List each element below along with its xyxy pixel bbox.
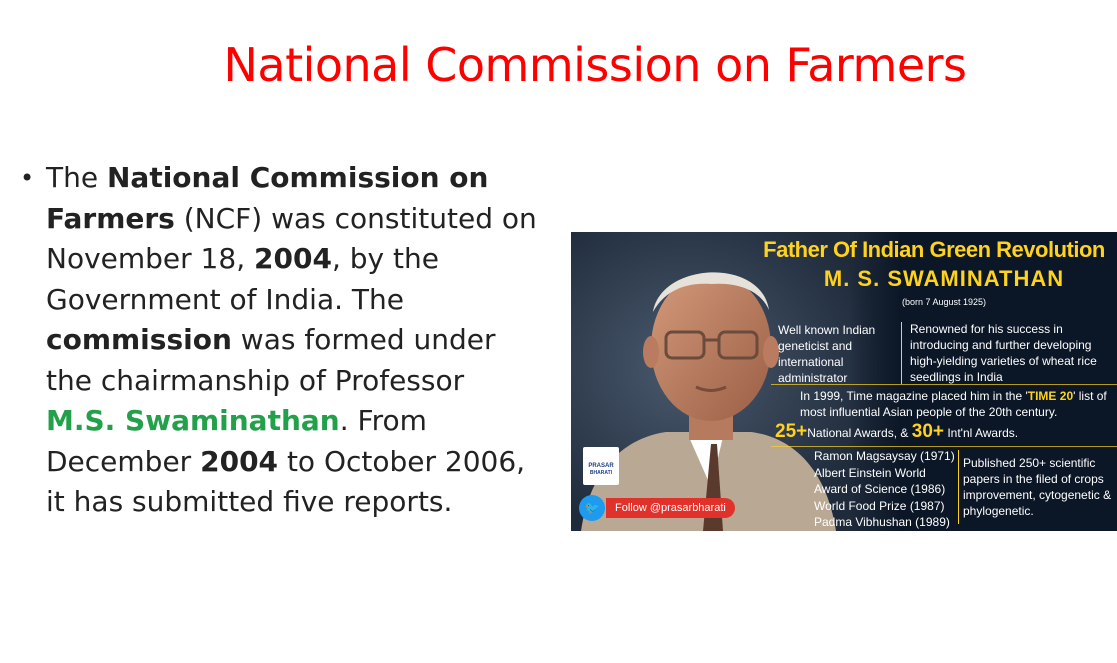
prize-item: Padma Vibhushan (1989): [814, 515, 950, 529]
follow-handle: Follow @prasarbharati: [606, 498, 735, 518]
prasar-bharati-logo: PRASAR BHARATI: [583, 447, 619, 485]
year-bold: 2004: [254, 242, 332, 275]
poster-achievement: Renowned for his success in introducing …: [910, 322, 1097, 384]
poster-divider: [771, 384, 1117, 385]
text-run: Int'nl Awards.: [943, 426, 1019, 440]
slide: National Commission on Farmers • The Nat…: [0, 0, 1117, 663]
poster-divider: [771, 446, 1117, 447]
year-bold: 2004: [200, 444, 279, 478]
prize-item: World Food Prize (1987): [814, 498, 945, 513]
chairman-name: M.S. Swaminathan: [46, 404, 340, 437]
poster-publications: Published 250+ scientific papers in the …: [963, 456, 1112, 518]
awards-count: 30+: [911, 421, 944, 442]
poster-divider: [901, 322, 902, 384]
poster-awards: 25+National Awards, & 30+ Int'nl Awards.: [775, 421, 1117, 443]
text-run: The: [46, 161, 107, 194]
poster-description: Well known Indian geneticist and interna…: [778, 323, 876, 385]
slide-title: National Commission on Farmers: [223, 38, 967, 92]
poster-divider: [958, 450, 959, 524]
awards-count: 25+: [775, 421, 808, 442]
poster-prizes: Ramon Magsaysay (1971) Albert Einstein W…: [814, 448, 956, 531]
twitter-bird-icon: 🐦: [579, 495, 605, 521]
poster-name: M. S. SWAMINATHAN: [823, 266, 1065, 291]
bullet-text: The National Commission on Farmers (NCF)…: [46, 158, 540, 523]
prize-item: Ramon Magsaysay (1971): [814, 449, 955, 463]
poster-time-note: In 1999, Time magazine placed him in the…: [800, 388, 1116, 420]
text-run: In 1999, Time magazine placed him in the…: [800, 389, 1028, 403]
time-highlight: TIME 20: [1027, 389, 1074, 403]
text-run: National Awards, &: [807, 426, 912, 440]
logo-text: PRASAR: [588, 463, 614, 469]
poster-born: (born 7 August 1925): [901, 297, 987, 307]
logo-text: BHARATI: [589, 470, 613, 476]
poster-headline: Father Of Indian Green Revolution: [763, 237, 1105, 262]
commission-bold: commission: [46, 323, 232, 356]
bullet-dot-icon: •: [20, 164, 35, 192]
prize-item: Albert Einstein World: [814, 465, 926, 480]
poster-image: Father Of Indian Green Revolution M. S. …: [571, 232, 1117, 531]
prize-item: Award of Science (1986): [814, 482, 946, 496]
bullet-paragraph: • The National Commission on Farmers (NC…: [20, 158, 540, 523]
